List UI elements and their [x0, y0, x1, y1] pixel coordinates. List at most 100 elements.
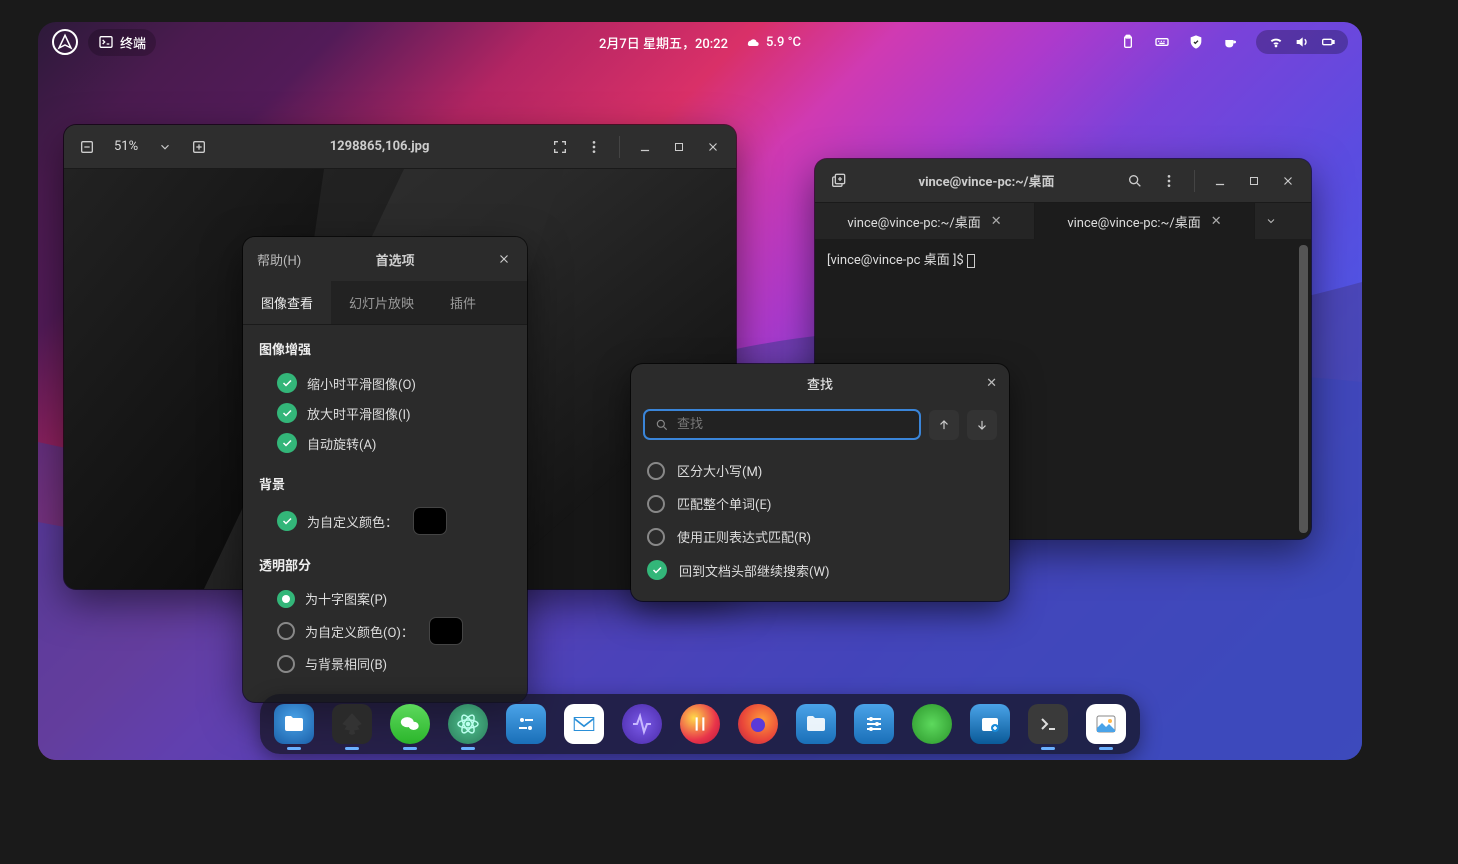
- bg-color-swatch[interactable]: [414, 508, 446, 534]
- check-autorotate[interactable]: [277, 433, 297, 453]
- clipboard-icon[interactable]: [1120, 34, 1136, 50]
- current-app-label: 终端: [120, 33, 146, 52]
- trans-color-swatch[interactable]: [430, 618, 462, 644]
- dock-downloads[interactable]: [912, 704, 952, 744]
- minimize-button[interactable]: [630, 132, 660, 162]
- prev-match-button[interactable]: [929, 410, 959, 440]
- search-title: 查找: [807, 374, 833, 393]
- dock-terminal[interactable]: [1028, 704, 1068, 744]
- label-same-bg: 与背景相同(B): [305, 654, 387, 673]
- dock-tweaks[interactable]: [854, 704, 894, 744]
- terminal-tab-1[interactable]: vince@vince-pc:~/桌面✕: [815, 203, 1035, 239]
- weather[interactable]: 5.9 °C: [744, 34, 801, 50]
- sidebar-toggle-button[interactable]: [72, 132, 102, 162]
- system-menu[interactable]: [1256, 30, 1348, 54]
- close-button[interactable]: [698, 132, 728, 162]
- terminal-tab-2[interactable]: vince@vince-pc:~/桌面✕: [1035, 203, 1255, 239]
- check-smooth-shrink[interactable]: [277, 373, 297, 393]
- dock-gravit[interactable]: [680, 704, 720, 744]
- zoom-menu-button[interactable]: [150, 132, 180, 162]
- search-icon: [655, 418, 669, 432]
- topbar: 终端 2月7日 星期五，20:22 5.9 °C: [38, 22, 1362, 62]
- close-button[interactable]: [1273, 166, 1303, 196]
- prefs-tabs: 图像查看 幻灯片放映 插件: [243, 281, 527, 325]
- check-wrap-around[interactable]: [647, 560, 667, 580]
- close-button[interactable]: [489, 244, 519, 274]
- dock-screenshot[interactable]: [970, 704, 1010, 744]
- weather-icon: [744, 34, 760, 50]
- search-button[interactable]: [1120, 166, 1150, 196]
- check-custom-bg-color[interactable]: [277, 511, 297, 531]
- label-whole-word: 匹配整个单词(E): [677, 494, 771, 513]
- current-app-indicator[interactable]: 终端: [88, 29, 156, 56]
- desktop: 终端 2月7日 星期五，20:22 5.9 °C: [38, 22, 1362, 760]
- battery-icon: [1320, 34, 1336, 50]
- dock-mail[interactable]: [564, 704, 604, 744]
- close-button[interactable]: ✕: [986, 376, 997, 391]
- maximize-button[interactable]: [664, 132, 694, 162]
- tab-close-icon[interactable]: ✕: [991, 214, 1002, 229]
- check-whole-word[interactable]: [647, 495, 665, 513]
- search-input[interactable]: [677, 417, 909, 432]
- dock: [260, 694, 1140, 754]
- dock-files[interactable]: [274, 704, 314, 744]
- image-filename: 1298865,106.jpg: [214, 139, 545, 154]
- tab-overflow-button[interactable]: [1255, 203, 1287, 239]
- check-regex[interactable]: [647, 528, 665, 546]
- label-smooth-shrink: 缩小时平滑图像(O): [307, 374, 416, 393]
- label-check-pattern: 为十字图案(P): [305, 589, 387, 608]
- new-tab-button[interactable]: [823, 166, 853, 196]
- maximize-button[interactable]: [1239, 166, 1269, 196]
- temperature: 5.9 °C: [766, 35, 801, 50]
- section-transparent: 透明部分: [259, 555, 511, 574]
- radio-check-pattern[interactable]: [277, 590, 295, 608]
- check-match-case[interactable]: [647, 462, 665, 480]
- label-autorotate: 自动旋转(A): [307, 434, 376, 453]
- dock-atom[interactable]: [448, 704, 488, 744]
- minimize-button[interactable]: [1205, 166, 1235, 196]
- volume-icon: [1294, 34, 1310, 50]
- tab-image-view[interactable]: 图像查看: [243, 281, 331, 324]
- help-menu[interactable]: 帮助(H): [251, 250, 301, 269]
- dock-file-manager[interactable]: [796, 704, 836, 744]
- fullscreen-button[interactable]: [545, 132, 575, 162]
- terminal-icon: [98, 34, 114, 50]
- dock-wechat[interactable]: [390, 704, 430, 744]
- search-popover: 查找 ✕ 区分大小写(M) 匹配整个单词(E) 使用正则表达式匹配(R) 回到文…: [631, 364, 1009, 601]
- label-regex: 使用正则表达式匹配(R): [677, 527, 811, 546]
- tab-close-icon[interactable]: ✕: [1211, 214, 1222, 229]
- shield-icon[interactable]: [1188, 34, 1204, 50]
- scrollbar[interactable]: [1299, 245, 1308, 533]
- check-smooth-expand[interactable]: [277, 403, 297, 423]
- dock-inkscape[interactable]: [332, 704, 372, 744]
- terminal-title: vince@vince-pc:~/桌面: [853, 171, 1120, 190]
- add-button[interactable]: [184, 132, 214, 162]
- wifi-icon: [1268, 34, 1284, 50]
- keyboard-icon[interactable]: [1154, 34, 1170, 50]
- menu-button[interactable]: [579, 132, 609, 162]
- radio-same-bg[interactable]: [277, 655, 295, 673]
- datetime[interactable]: 2月7日 星期五，20:22: [599, 33, 728, 52]
- cursor: [967, 254, 975, 268]
- dock-activity[interactable]: [622, 704, 662, 744]
- dock-image-viewer[interactable]: [1086, 704, 1126, 744]
- preferences-dialog: 帮助(H) 首选项 图像查看 幻灯片放映 插件 图像增强 缩小时平滑图像(O) …: [243, 237, 527, 702]
- section-background: 背景: [259, 474, 511, 493]
- activities-logo[interactable]: [52, 29, 78, 55]
- tab-slideshow[interactable]: 幻灯片放映: [331, 281, 432, 324]
- caffeine-icon[interactable]: [1222, 34, 1238, 50]
- menu-button[interactable]: [1154, 166, 1184, 196]
- next-match-button[interactable]: [967, 410, 997, 440]
- label-custom-color: 为自定义颜色(O)：: [305, 622, 414, 641]
- section-enhance: 图像增强: [259, 339, 511, 358]
- tab-plugins[interactable]: 插件: [432, 281, 494, 324]
- zoom-level[interactable]: 51%: [106, 132, 146, 162]
- dock-firefox[interactable]: [738, 704, 778, 744]
- dock-settings[interactable]: [506, 704, 546, 744]
- terminal-tabs: vince@vince-pc:~/桌面✕ vince@vince-pc:~/桌面…: [815, 203, 1311, 239]
- label-match-case: 区分大小写(M): [677, 461, 762, 480]
- label-custom-bg-color: 为自定义颜色：: [307, 512, 398, 531]
- radio-custom-color[interactable]: [277, 622, 295, 640]
- label-smooth-expand: 放大时平滑图像(I): [307, 404, 411, 423]
- search-input-wrapper: [643, 409, 921, 440]
